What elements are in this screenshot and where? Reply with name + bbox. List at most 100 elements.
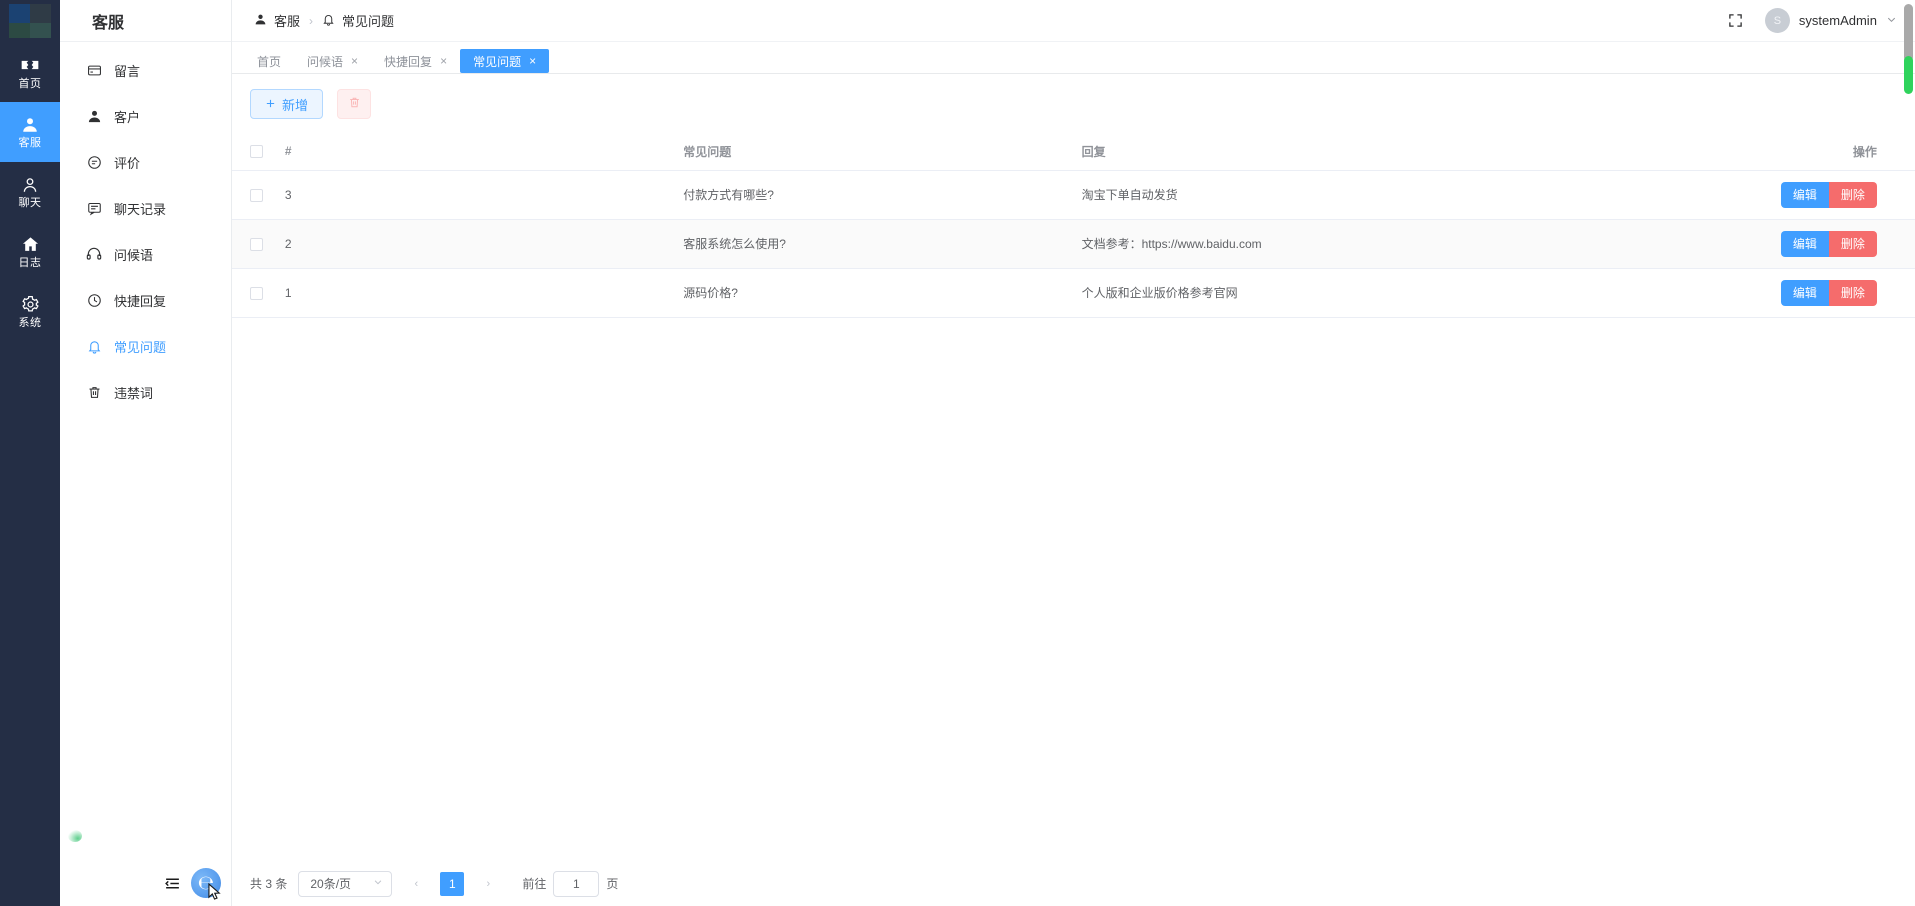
sidebar-item-label: 违禁词 [114, 385, 154, 401]
close-icon[interactable]: × [351, 55, 358, 67]
row-checkbox[interactable] [250, 237, 263, 251]
app-logo[interactable] [0, 0, 60, 42]
breadcrumb-item-customer-service[interactable]: 客服 [254, 11, 300, 30]
row-select-cell [232, 268, 285, 318]
chevron-down-icon [1886, 14, 1897, 28]
add-button[interactable]: 新增 [250, 89, 324, 119]
ticket-icon [20, 55, 40, 75]
cell-reply: 淘宝下单自动发货 [1081, 170, 1651, 220]
breadcrumb-item-faq[interactable]: 常见问题 [322, 11, 394, 30]
content-panel: 新增 # 常见问题 回复 操作 3 付款方式有哪些? 淘宝下单自动发货 编辑 删… [232, 74, 1915, 906]
cell-id: 2 [284, 219, 684, 269]
home-icon [21, 235, 40, 254]
goto-label: 前往 [522, 877, 547, 891]
close-icon[interactable]: × [529, 55, 536, 67]
submenu-footer: ℮ [60, 860, 231, 906]
table-row[interactable]: 1 源码价格? 个人版和企业版价格参考官网 编辑 删除 [232, 268, 1915, 318]
faq-table: # 常见问题 回复 操作 3 付款方式有哪些? 淘宝下单自动发货 编辑 删除 2… [232, 133, 1915, 318]
gear-icon [21, 295, 40, 314]
column-header-id: # [284, 133, 684, 171]
prev-page-button[interactable]: ‹ [403, 870, 430, 897]
sidebar-item-quick-reply[interactable]: 快捷回复 [60, 277, 231, 323]
sidebar-item-faq[interactable]: 常见问题 [60, 323, 231, 369]
rail-item-customer-service[interactable]: 客服 [0, 102, 60, 162]
icon-rail: 首页 客服 聊天 日志 系统 [0, 0, 60, 906]
sidebar-item-liuyan[interactable]: 留言 [60, 47, 231, 93]
page-number-1[interactable]: 1 [440, 871, 465, 896]
table-row[interactable]: 2 客服系统怎么使用? 文档参考：https://www.baidu.com 编… [232, 219, 1915, 269]
breadcrumb-label: 常见问题 [342, 14, 395, 29]
delete-button[interactable]: 删除 [1828, 181, 1877, 208]
rail-item-label: 系统 [18, 317, 42, 329]
submenu-list: 留言 客户 评价 聊天记录 问候语 快捷回复 常见问题 违禁词 [60, 42, 231, 860]
page-size-select[interactable]: 20条/页 [298, 870, 393, 897]
cell-reply: 个人版和企业版价格参考官网 [1081, 268, 1651, 318]
rail-item-log[interactable]: 日志 [0, 222, 60, 282]
page-scrollbar[interactable] [1903, 4, 1913, 902]
table-body: 3 付款方式有哪些? 淘宝下单自动发货 编辑 删除 2 客服系统怎么使用? 文档… [232, 170, 1915, 318]
user-solid-icon [254, 13, 267, 29]
sidebar-item-kehu[interactable]: 客户 [60, 93, 231, 139]
next-page-button[interactable]: › [475, 870, 502, 897]
goto-page-input[interactable] [553, 870, 600, 897]
topbar: 客服 › 常见问题 S systemAdmin [232, 0, 1915, 42]
sidebar-item-label: 评价 [114, 155, 141, 171]
sidebar-item-greeting[interactable]: 问候语 [60, 231, 231, 277]
rail-item-label: 日志 [18, 257, 42, 269]
pagination-total: 共 3 条 [250, 877, 288, 891]
select-all-header [232, 133, 285, 171]
rail-item-system[interactable]: 系统 [0, 282, 60, 342]
sidebar-item-chat-log[interactable]: 聊天记录 [60, 185, 231, 231]
user-solid-icon [86, 108, 102, 124]
page-size-value: 20条/页 [310, 877, 352, 891]
scrollbar-thumb-progress[interactable] [1903, 56, 1913, 94]
trash-icon [86, 384, 102, 400]
tab-home[interactable]: 首页 [244, 49, 294, 73]
breadcrumb: 客服 › 常见问题 [254, 11, 394, 30]
sidebar-item-label: 聊天记录 [114, 201, 167, 217]
bell-icon [86, 338, 102, 354]
fullscreen-icon[interactable] [1728, 13, 1743, 28]
sidebar-item-label: 快捷回复 [114, 293, 167, 309]
edit-button[interactable]: 编辑 [1780, 279, 1829, 306]
row-checkbox[interactable] [250, 188, 263, 202]
edit-button[interactable]: 编辑 [1780, 181, 1829, 208]
user-name: systemAdmin [1798, 13, 1877, 28]
card-icon [86, 62, 102, 78]
edit-button[interactable]: 编辑 [1780, 230, 1829, 257]
table-row[interactable]: 3 付款方式有哪些? 淘宝下单自动发货 编辑 删除 [232, 170, 1915, 220]
table-empty-space [232, 318, 1915, 861]
tab-greeting[interactable]: 问候语 × [294, 49, 371, 73]
decorative-glow [68, 830, 82, 842]
column-header-question: 常见问题 [683, 133, 1082, 171]
table-header-row: # 常见问题 回复 操作 [232, 133, 1915, 171]
tab-faq[interactable]: 常见问题 × [460, 49, 550, 73]
cell-id: 1 [284, 268, 684, 318]
chevron-down-icon [373, 877, 383, 890]
user-outline-icon [21, 176, 39, 194]
tab-quick-reply[interactable]: 快捷回复 × [371, 49, 460, 73]
tab-label: 快捷回复 [384, 54, 433, 69]
collapse-menu-icon[interactable] [164, 875, 181, 892]
rail-item-home[interactable]: 首页 [0, 42, 60, 102]
row-checkbox[interactable] [250, 286, 263, 300]
edge-browser-icon[interactable]: ℮ [191, 868, 221, 900]
tab-label: 常见问题 [473, 54, 522, 69]
user-menu[interactable]: S systemAdmin [1764, 8, 1897, 33]
rail-item-chat[interactable]: 聊天 [0, 162, 60, 222]
cell-reply: 文档参考：https://www.baidu.com [1081, 219, 1651, 269]
breadcrumb-label: 客服 [274, 14, 301, 29]
submenu-panel: 客服 留言 客户 评价 聊天记录 问候语 快捷回复 常见问题 违禁词 ℮ [60, 0, 232, 906]
scrollbar-thumb[interactable] [1903, 4, 1913, 62]
delete-button[interactable]: 删除 [1828, 230, 1877, 257]
delete-button[interactable]: 删除 [1828, 279, 1877, 306]
sidebar-item-label: 常见问题 [114, 339, 167, 355]
sidebar-item-banned-words[interactable]: 违禁词 [60, 369, 231, 415]
rail-item-label: 首页 [18, 77, 42, 90]
cell-question: 源码价格? [683, 268, 1082, 318]
close-icon[interactable]: × [440, 55, 447, 67]
sidebar-item-pingjia[interactable]: 评价 [60, 139, 231, 185]
batch-delete-button[interactable] [337, 89, 372, 119]
cell-id: 3 [284, 170, 684, 220]
select-all-checkbox[interactable] [250, 145, 263, 159]
